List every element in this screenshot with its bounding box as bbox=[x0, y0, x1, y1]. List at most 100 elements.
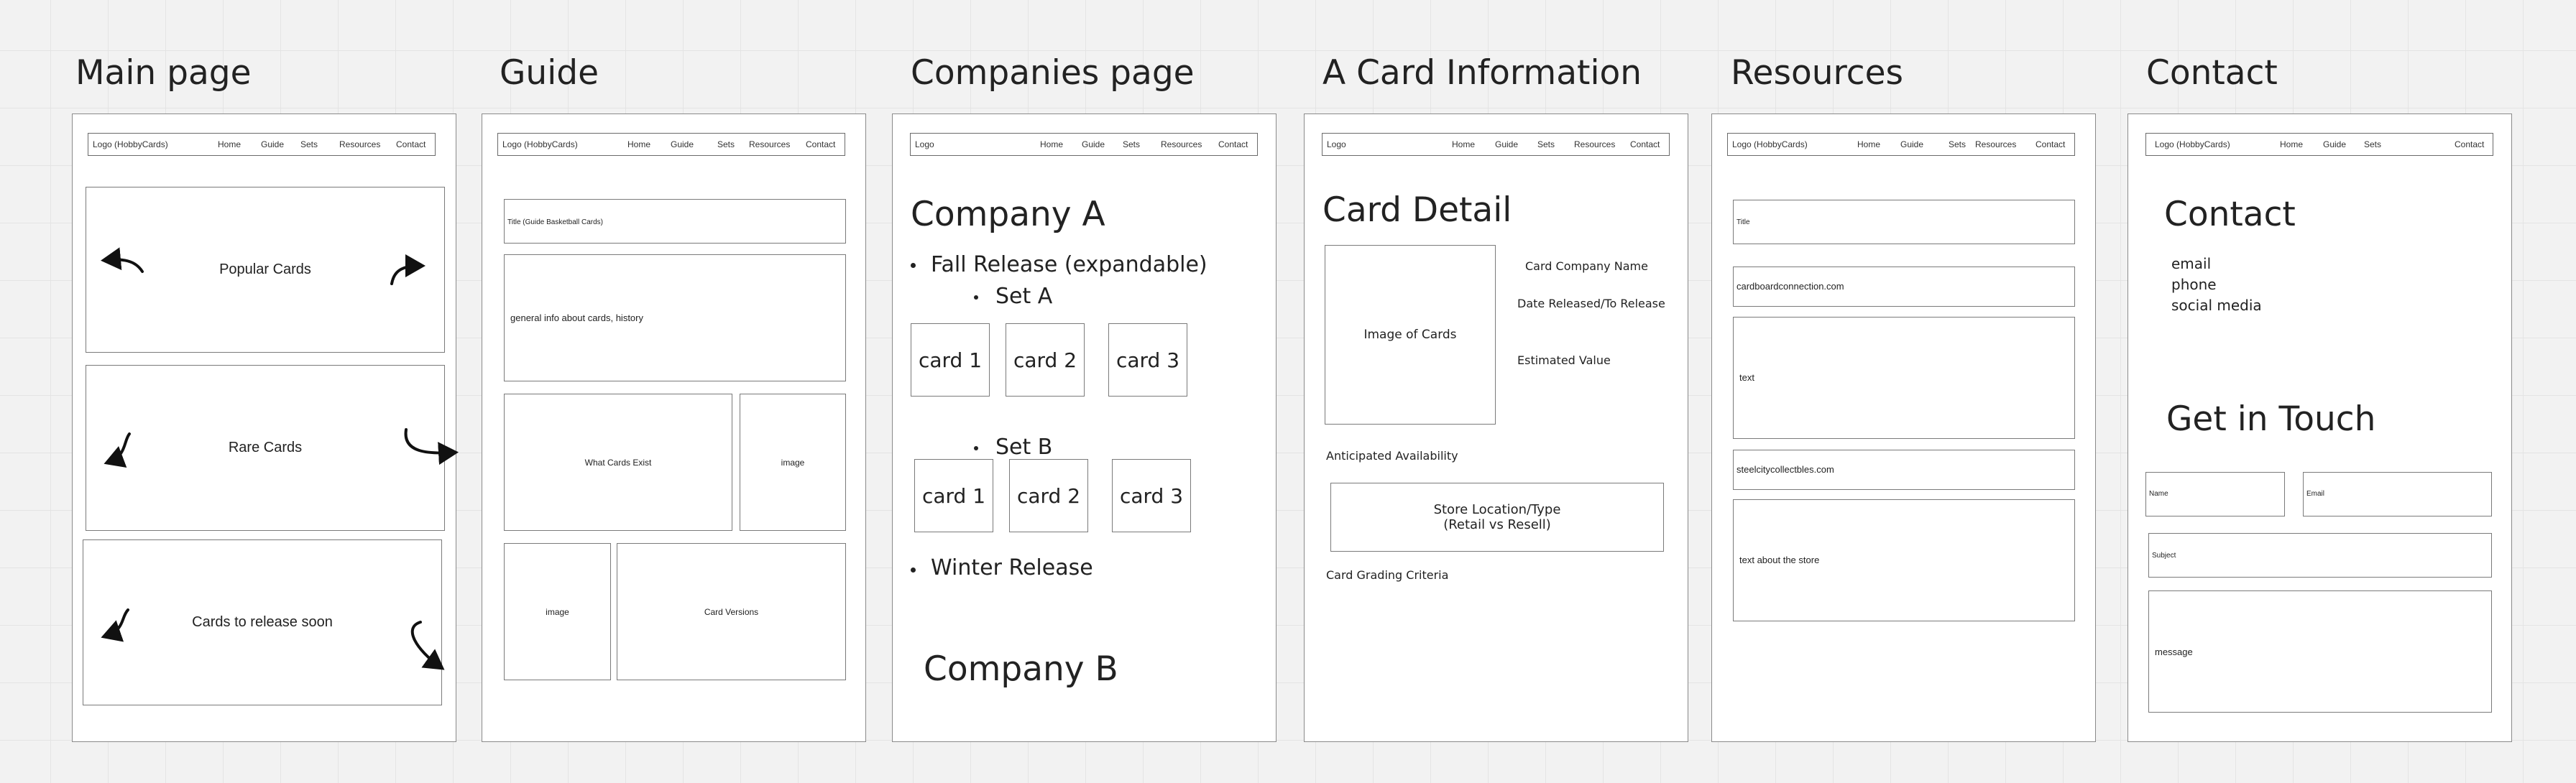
nav-sets[interactable]: Sets bbox=[2364, 139, 2381, 149]
fall-release-toggle[interactable]: Fall Release (expandable) bbox=[931, 252, 1208, 278]
get-in-touch-heading: Get in Touch bbox=[2166, 399, 2376, 439]
nav-sets[interactable]: Sets bbox=[1537, 139, 1555, 149]
resource-text: text bbox=[1739, 372, 1754, 383]
resource-link-box[interactable]: steelcitycollectbles.com bbox=[1733, 450, 2075, 490]
resource-link[interactable]: steelcitycollectbles.com bbox=[1736, 464, 1834, 475]
card-grading-criteria: Card Grading Criteria bbox=[1326, 568, 1449, 582]
contact-heading: Contact bbox=[2164, 195, 2296, 234]
company-a-heading: Company A bbox=[911, 195, 1105, 234]
guide-title-box: Title (Guide Basketball Cards) bbox=[504, 199, 846, 244]
name-placeholder: Name bbox=[2149, 490, 2168, 498]
nav-logo[interactable]: Logo bbox=[915, 139, 934, 149]
general-info-box: general info about cards, history bbox=[504, 254, 846, 381]
date-released: Date Released/To Release bbox=[1517, 297, 1665, 310]
what-cards-exist-box: What Cards Exist bbox=[504, 394, 732, 531]
email-field[interactable]: Email bbox=[2303, 472, 2492, 516]
set-b-label: Set B bbox=[995, 435, 1053, 460]
store-text-box: text about the store bbox=[1733, 499, 2075, 621]
nav-sets[interactable]: Sets bbox=[717, 139, 735, 149]
company-b-heading: Company B bbox=[924, 649, 1118, 689]
left-arrow-icon bbox=[101, 608, 129, 642]
left-arrow-icon bbox=[104, 432, 131, 468]
card-info-page-title: A Card Information bbox=[1322, 53, 1642, 93]
store-location-box: Store Location/Type (Retail vs Resell) bbox=[1330, 483, 1664, 552]
nav-resources[interactable]: Resources bbox=[1574, 139, 1615, 149]
companies-navbar: Logo Home Guide Sets Resources Contact bbox=[910, 133, 1258, 156]
card-tile[interactable]: card 1 bbox=[914, 459, 993, 532]
message-placeholder: message bbox=[2155, 647, 2193, 657]
nav-home[interactable]: Home bbox=[1452, 139, 1475, 149]
card-detail-heading: Card Detail bbox=[1322, 190, 1512, 230]
nav-logo[interactable]: Logo (HobbyCards) bbox=[2155, 139, 2230, 149]
store-text: text about the store bbox=[1739, 555, 1820, 565]
left-arrow-icon bbox=[101, 247, 144, 273]
nav-guide[interactable]: Guide bbox=[1082, 139, 1105, 149]
card-tile[interactable]: card 3 bbox=[1112, 459, 1191, 532]
card-info-page-frame: Logo Home Guide Sets Resources Contact C… bbox=[1304, 113, 1688, 742]
card-image-box: Image of Cards bbox=[1325, 245, 1496, 425]
nav-home[interactable]: Home bbox=[627, 139, 650, 149]
card-tile[interactable]: card 3 bbox=[1108, 323, 1187, 397]
general-info-text: general info about cards, history bbox=[510, 312, 643, 323]
card-image-label: Image of Cards bbox=[1363, 328, 1457, 342]
card-versions-box: Card Versions bbox=[617, 543, 846, 680]
nav-guide[interactable]: Guide bbox=[2323, 139, 2346, 149]
nav-guide[interactable]: Guide bbox=[671, 139, 694, 149]
nav-contact[interactable]: Contact bbox=[2455, 139, 2484, 149]
nav-sets[interactable]: Sets bbox=[1123, 139, 1140, 149]
resource-text-box: text bbox=[1733, 317, 2075, 439]
resource-link[interactable]: cardboardconnection.com bbox=[1736, 281, 1844, 292]
companies-page-title: Companies page bbox=[911, 53, 1195, 93]
resources-navbar: Logo (HobbyCards) Home Guide Sets Resour… bbox=[1727, 133, 2075, 156]
contact-phone: phone bbox=[2171, 276, 2217, 293]
companies-page-frame: Logo Home Guide Sets Resources Contact C… bbox=[892, 113, 1276, 742]
resource-link-box[interactable]: cardboardconnection.com bbox=[1733, 267, 2075, 307]
image-label: image bbox=[546, 606, 569, 617]
contact-email: email bbox=[2171, 255, 2212, 272]
resources-title-text: Title bbox=[1736, 218, 1750, 226]
retail-vs-resell-label: (Retail vs Resell) bbox=[1443, 517, 1551, 532]
image-label: image bbox=[781, 457, 805, 468]
nav-logo[interactable]: Logo bbox=[1327, 139, 1346, 149]
nav-contact[interactable]: Contact bbox=[1218, 139, 1248, 149]
name-field[interactable]: Name bbox=[2145, 472, 2285, 516]
message-field[interactable]: message bbox=[2148, 590, 2492, 713]
subject-placeholder: Subject bbox=[2152, 552, 2176, 560]
card-tile[interactable]: card 1 bbox=[911, 323, 990, 397]
email-placeholder: Email bbox=[2306, 490, 2325, 498]
card-versions-text: Card Versions bbox=[704, 606, 759, 617]
card-tile[interactable]: card 2 bbox=[1009, 459, 1088, 532]
nav-home[interactable]: Home bbox=[1040, 139, 1063, 149]
card-info-navbar: Logo Home Guide Sets Resources Contact bbox=[1322, 133, 1670, 156]
nav-sets[interactable]: Sets bbox=[1949, 139, 1966, 149]
resources-page-title: Resources bbox=[1731, 53, 1904, 93]
guide-image-box: image bbox=[504, 543, 611, 680]
card-company-name: Card Company Name bbox=[1525, 259, 1648, 273]
guide-image-box: image bbox=[740, 394, 846, 531]
nav-guide[interactable]: Guide bbox=[1900, 139, 1923, 149]
resources-title-box: Title bbox=[1733, 200, 2075, 244]
right-arrow-icon bbox=[404, 428, 459, 465]
guide-title-text: Title (Guide Basketball Cards) bbox=[507, 218, 604, 226]
nav-logo[interactable]: Logo (HobbyCards) bbox=[502, 139, 578, 149]
nav-resources[interactable]: Resources bbox=[749, 139, 790, 149]
what-cards-exist-text: What Cards Exist bbox=[584, 457, 652, 468]
nav-logo[interactable]: Logo (HobbyCards) bbox=[1732, 139, 1808, 149]
resources-page-frame: Logo (HobbyCards) Home Guide Sets Resour… bbox=[1711, 113, 2096, 742]
nav-contact[interactable]: Contact bbox=[806, 139, 835, 149]
nav-home[interactable]: Home bbox=[1857, 139, 1880, 149]
card-tile[interactable]: card 2 bbox=[1006, 323, 1085, 397]
bullet bbox=[974, 295, 978, 300]
nav-guide[interactable]: Guide bbox=[1495, 139, 1518, 149]
winter-release-toggle[interactable]: Winter Release bbox=[931, 555, 1093, 581]
nav-contact[interactable]: Contact bbox=[2036, 139, 2065, 149]
nav-home[interactable]: Home bbox=[2280, 139, 2303, 149]
contact-social: social media bbox=[2171, 297, 2262, 314]
subject-field[interactable]: Subject bbox=[2148, 533, 2492, 578]
nav-resources[interactable]: Resources bbox=[1161, 139, 1202, 149]
contact-page-title: Contact bbox=[2146, 53, 2278, 93]
nav-resources[interactable]: Resources bbox=[1975, 139, 2016, 149]
right-arrow-icon bbox=[410, 621, 445, 670]
right-arrow-icon bbox=[390, 254, 426, 285]
nav-contact[interactable]: Contact bbox=[1630, 139, 1660, 149]
